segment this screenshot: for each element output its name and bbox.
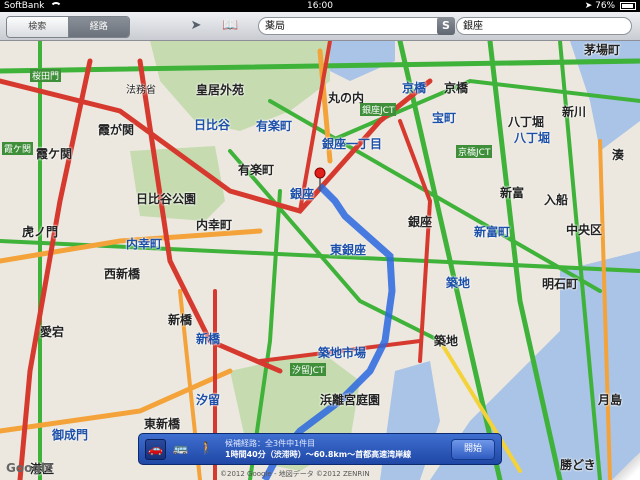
current-location-icon[interactable]: ➤	[188, 18, 204, 34]
map-copyright: ©2012 Google - 地図データ ©2012 ZENRIN	[220, 470, 370, 478]
map-label-higashi-ginza: 東銀座	[330, 243, 367, 257]
map-label-ginza: 銀座	[408, 215, 433, 229]
map-label-shintomi: 新富	[500, 186, 525, 200]
map-label-kokyo-gaien: 皇居外苑	[196, 83, 245, 97]
route-info-panel: 🚗 🚌 🚶 候補経路：全3件中1件目 1時間40分（渋滞時）〜60.8km〜首都…	[138, 433, 502, 465]
map-label-kachidoki: 勝どき	[560, 458, 596, 472]
map-label-nishishinbashi: 西新橋	[104, 267, 141, 281]
start-location-text: 薬局	[265, 21, 285, 32]
map-label-shiodome: 汐留	[196, 393, 221, 407]
map-label-minato: 湊	[612, 148, 625, 162]
map-label-yurakucho-sta: 有楽町	[256, 119, 293, 133]
map-view[interactable]: 桜田門 霞が関 霞ケ関 霞ケ関 虎ノ門 内幸町 西新橋 愛宕 御成門 日比谷 日…	[0, 41, 640, 480]
map-label-shinkawa: 新川	[562, 105, 587, 119]
map-label-hamarikyu: 浜離宮庭園	[320, 393, 381, 407]
walk-mode-icon[interactable]: 🚶	[197, 439, 216, 458]
map-label-chuo-ku: 中央区	[566, 223, 603, 237]
swap-button[interactable]: S	[437, 17, 455, 35]
map-label-tsukishima: 月島	[598, 393, 623, 407]
end-location-text: 銀座	[463, 21, 483, 32]
map-label-ginza-jct: 銀座JCT	[360, 103, 397, 116]
battery-icon	[620, 1, 636, 10]
route-summary-text: 1時間40分（渋滞時）〜60.8km〜首都高速湾岸線	[225, 450, 412, 459]
map-label-yurakucho: 有楽町	[238, 163, 275, 177]
map-label-houmusho: 法務省	[126, 85, 156, 96]
bookmarks-icon[interactable]: 📖	[222, 18, 238, 34]
google-logo: Google	[6, 461, 54, 475]
start-navigation-button[interactable]: 開始	[451, 439, 495, 460]
map-label-hatchobori-sta: 八丁堀	[514, 131, 551, 145]
map-label-kasumigaseki: 霞が関	[98, 123, 135, 137]
map-label-shinbashi: 新橋	[168, 313, 193, 327]
status-right: ➤ 76%	[585, 0, 636, 12]
map-label-irifune: 入船	[544, 193, 569, 207]
map-label-sakuradamon: 桜田門	[30, 69, 62, 82]
map-label-kayabacho: 茅場町	[584, 43, 621, 57]
toolbar: 検索 経路 ➤ 📖 薬局 ≡ S 銀座	[0, 12, 640, 41]
map-label-toranomon: 虎ノ門	[22, 225, 59, 239]
tab-route[interactable]: 経路	[67, 17, 129, 37]
mode-segmented-control: 検索 経路	[6, 16, 130, 38]
map-label-kyobashi-jct: 京橋JCT	[456, 145, 493, 158]
map-label-hatchobori: 八丁堀	[508, 115, 545, 129]
map-label-marunouchi: 丸の内	[328, 91, 365, 105]
map-label-atago: 愛宕	[40, 325, 65, 339]
map-label-tsukiji-shijo: 築地市場	[318, 346, 367, 360]
map-label-onarimon: 御成門	[52, 428, 89, 442]
map-label-kasumigaseki-big: 霞ケ関	[36, 147, 73, 161]
status-time: 16:00	[307, 1, 333, 11]
map-label-tsukiji: 築地	[434, 334, 459, 348]
map-label-takaracho: 宝町	[432, 111, 457, 125]
status-bar: SoftBank 16:00 ➤ 76%	[0, 0, 640, 12]
map-label-akashicho: 明石町	[542, 277, 579, 291]
map-label-shinbashi-sta: 新橋	[196, 332, 221, 346]
map-label-shiodome-jct: 汐留JCT	[290, 363, 327, 376]
map-label-ginza-itchome: 銀座一丁目	[322, 137, 383, 151]
location-arrow-icon: ➤	[584, 1, 593, 11]
start-location-field[interactable]: 薬局 ≡	[258, 17, 454, 35]
hibiya-park-area	[130, 146, 225, 221]
transit-mode-icon[interactable]: 🚌	[171, 439, 190, 458]
page-curl-button[interactable]	[612, 452, 640, 480]
map-label-hibiya: 日比谷	[194, 118, 231, 132]
map-canvas	[0, 41, 640, 480]
map-label-shintomicho: 新富町	[474, 225, 511, 239]
tab-search[interactable]: 検索	[7, 17, 68, 37]
map-label-uchisaiwaicho2: 内幸町	[196, 218, 233, 232]
map-label-kyobashi-sta: 京橋	[402, 81, 427, 95]
map-label-kyobashi: 京橋	[444, 81, 469, 95]
destination-pin	[314, 167, 326, 179]
map-label-hibiya-park: 日比谷公園	[136, 192, 197, 206]
map-label-kasumigaseki-sta: 霞ケ関	[2, 142, 34, 155]
map-label-uchisaiwaicho: 内幸町	[126, 237, 163, 251]
map-label-higashi-shinbashi: 東新橋	[144, 417, 181, 431]
car-mode-icon[interactable]: 🚗	[145, 439, 166, 460]
map-label-tsukiji-sta: 築地	[446, 276, 471, 290]
end-location-field[interactable]: 銀座	[456, 17, 632, 35]
map-label-ginza-pin: 銀座	[290, 187, 315, 201]
route-candidate-text: 候補経路：全3件中1件目	[225, 439, 316, 448]
battery-percent: 76%	[595, 1, 616, 11]
